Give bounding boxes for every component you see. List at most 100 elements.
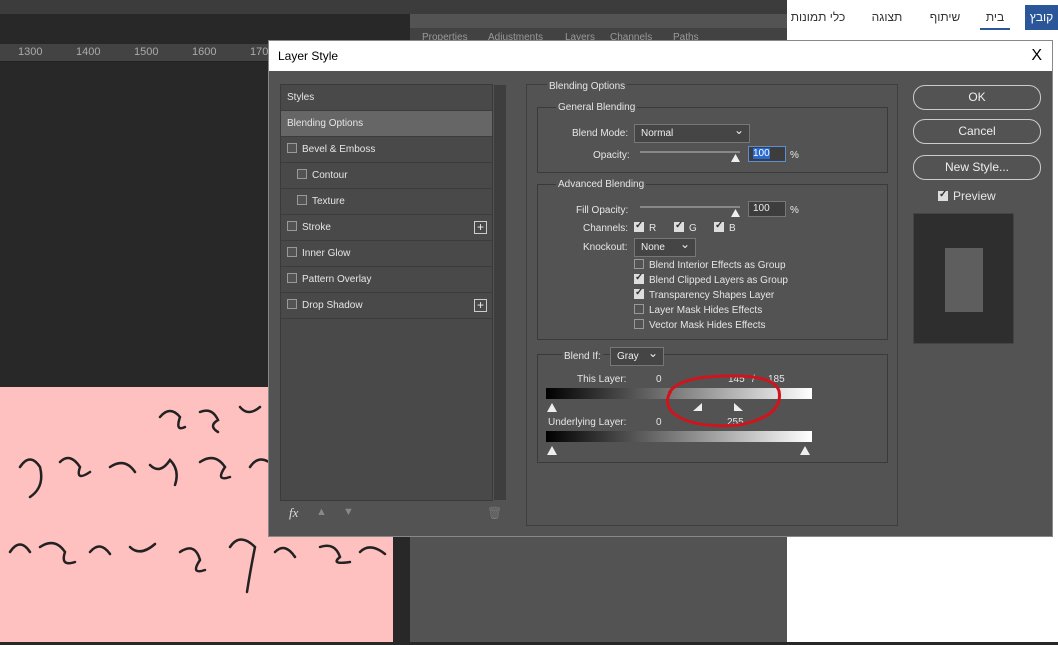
item-label: Bevel & Emboss [302,144,376,155]
option-layer-mask-hides[interactable]: Layer Mask Hides Effects [634,304,763,316]
add-icon[interactable]: + [474,221,487,234]
blending-options-panel: Blending Options General Blending Blend … [526,81,898,526]
red-annotation-circle [666,374,781,428]
tab-view[interactable]: תצוגה [867,5,907,30]
blend-mode-label: Blend Mode: [572,128,629,139]
general-blending-group: General Blending Blend Mode: Normal Opac… [537,102,888,173]
list-item-texture[interactable]: Texture [281,189,492,215]
opacity-slider-thumb[interactable] [731,154,740,162]
new-style-button[interactable]: New Style... [913,155,1041,180]
underlying-white-slider[interactable] [800,446,810,455]
cancel-button[interactable]: Cancel [913,119,1041,144]
unit: % [790,205,799,216]
ruler-tick: 1500 [134,46,159,58]
tab-share[interactable]: שיתוף [925,5,965,30]
checkbox[interactable] [287,273,297,284]
ruler-tick: 1400 [76,46,101,58]
dialog-title: Layer Style [269,41,1052,71]
add-icon[interactable]: + [474,299,487,312]
checkbox[interactable] [287,143,297,154]
preview-square [945,248,983,312]
label: Vector Mask Hides Effects [649,320,766,331]
unit: % [790,150,799,161]
label: B [729,223,736,234]
group-title: Advanced Blending [556,179,647,190]
list-item-bevel-emboss[interactable]: Bevel & Emboss [281,137,492,163]
channel-b[interactable]: B [714,220,736,234]
label: R [649,223,657,234]
item-label: Contour [312,170,348,181]
list-item-blending-options[interactable]: Blending Options [281,111,492,137]
preview-thumbnail [913,213,1014,344]
label: Blend Clipped Layers as Group [649,275,788,286]
item-label: Drop Shadow [302,300,363,311]
ruler-tick: 1600 [192,46,217,58]
close-button[interactable]: X [1031,41,1042,71]
list-item-pattern-overlay[interactable]: Pattern Overlay [281,267,492,293]
styles-list: Styles Blending Options Bevel & Emboss C… [280,84,506,501]
opacity-input[interactable]: 100 [753,148,770,159]
checkbox[interactable] [297,169,307,180]
list-item-inner-glow[interactable]: Inner Glow [281,241,492,267]
underlying-layer-label: Underlying Layer: [548,417,627,428]
item-label: Stroke [302,222,331,233]
fill-opacity-label: Fill Opacity: [576,205,629,216]
list-item-drop-shadow[interactable]: Drop Shadow + [281,293,492,319]
label: Transparency Shapes Layer [649,290,775,301]
this-layer-black-slider[interactable] [547,403,557,412]
ruler-tick: 170 [250,46,269,58]
advanced-blending-group: Advanced Blending Fill Opacity: 100 % Ch… [537,179,888,340]
knockout-label: Knockout: [583,242,628,253]
option-vector-mask-hides[interactable]: Vector Mask Hides Effects [634,319,766,331]
blend-mode-select[interactable]: Normal [634,121,750,143]
fill-opacity-slider[interactable] [640,206,740,208]
fill-opacity-input[interactable]: 100 [748,201,786,217]
checkbox[interactable] [287,247,297,258]
checkbox[interactable] [287,221,297,232]
tab-home[interactable]: בית [980,5,1010,30]
option-blend-clipped[interactable]: Blend Clipped Layers as Group [634,272,788,286]
trash-icon[interactable]: 🗑 [487,506,502,520]
label: Layer Mask Hides Effects [649,305,763,316]
knockout-select[interactable]: None [634,235,696,257]
item-label: Blending Options [287,118,364,129]
channel-g[interactable]: G [674,220,697,234]
opacity-slider[interactable] [640,151,740,153]
section-title: Blending Options [547,81,628,92]
fx-icon[interactable]: fx [289,505,298,521]
option-blend-interior[interactable]: Blend Interior Effects as Group [634,259,786,271]
tab-picture-tools[interactable]: כלי תמונות [789,5,847,30]
checkbox[interactable] [287,299,297,310]
tab-file[interactable]: קובץ [1025,5,1058,30]
blend-if-select[interactable]: Gray [610,344,664,366]
this-layer-label: This Layer: [577,374,627,385]
channel-r[interactable]: R [634,220,657,234]
ok-button[interactable]: OK [913,85,1041,110]
ps-top-bar [0,0,787,14]
underlying-gradient [546,431,812,442]
preview-label: Preview [953,189,996,203]
layer-style-dialog: Layer Style X Styles Blending Options Be… [268,40,1053,537]
styles-header[interactable]: Styles [281,85,492,111]
label: Blend Interior Effects as Group [649,260,786,271]
label: G [689,223,697,234]
list-item-contour[interactable]: Contour [281,163,492,189]
word-ribbon-tabs: כלי תמונות תצוגה שיתוף בית קובץ [787,5,1058,30]
item-label: Inner Glow [302,248,351,259]
list-scrollbar[interactable] [494,85,506,500]
channels-label: Channels: [583,223,629,234]
ruler-tick: 1300 [18,46,43,58]
opacity-label: Opacity: [593,150,630,161]
group-title: General Blending [556,102,638,113]
item-label: Pattern Overlay [302,274,372,285]
checkbox[interactable] [297,195,307,206]
item-label: Texture [312,196,345,207]
list-item-stroke[interactable]: Stroke + [281,215,492,241]
move-down-icon[interactable]: ▼ [343,506,354,518]
option-transparency-shapes[interactable]: Transparency Shapes Layer [634,287,775,301]
move-up-icon[interactable]: ▲ [316,506,327,518]
fill-opacity-thumb[interactable] [731,209,740,217]
underlying-black-slider[interactable] [547,446,557,455]
blend-if-label: Blend If: [562,351,603,362]
preview-checkbox[interactable]: Preview [938,189,996,203]
